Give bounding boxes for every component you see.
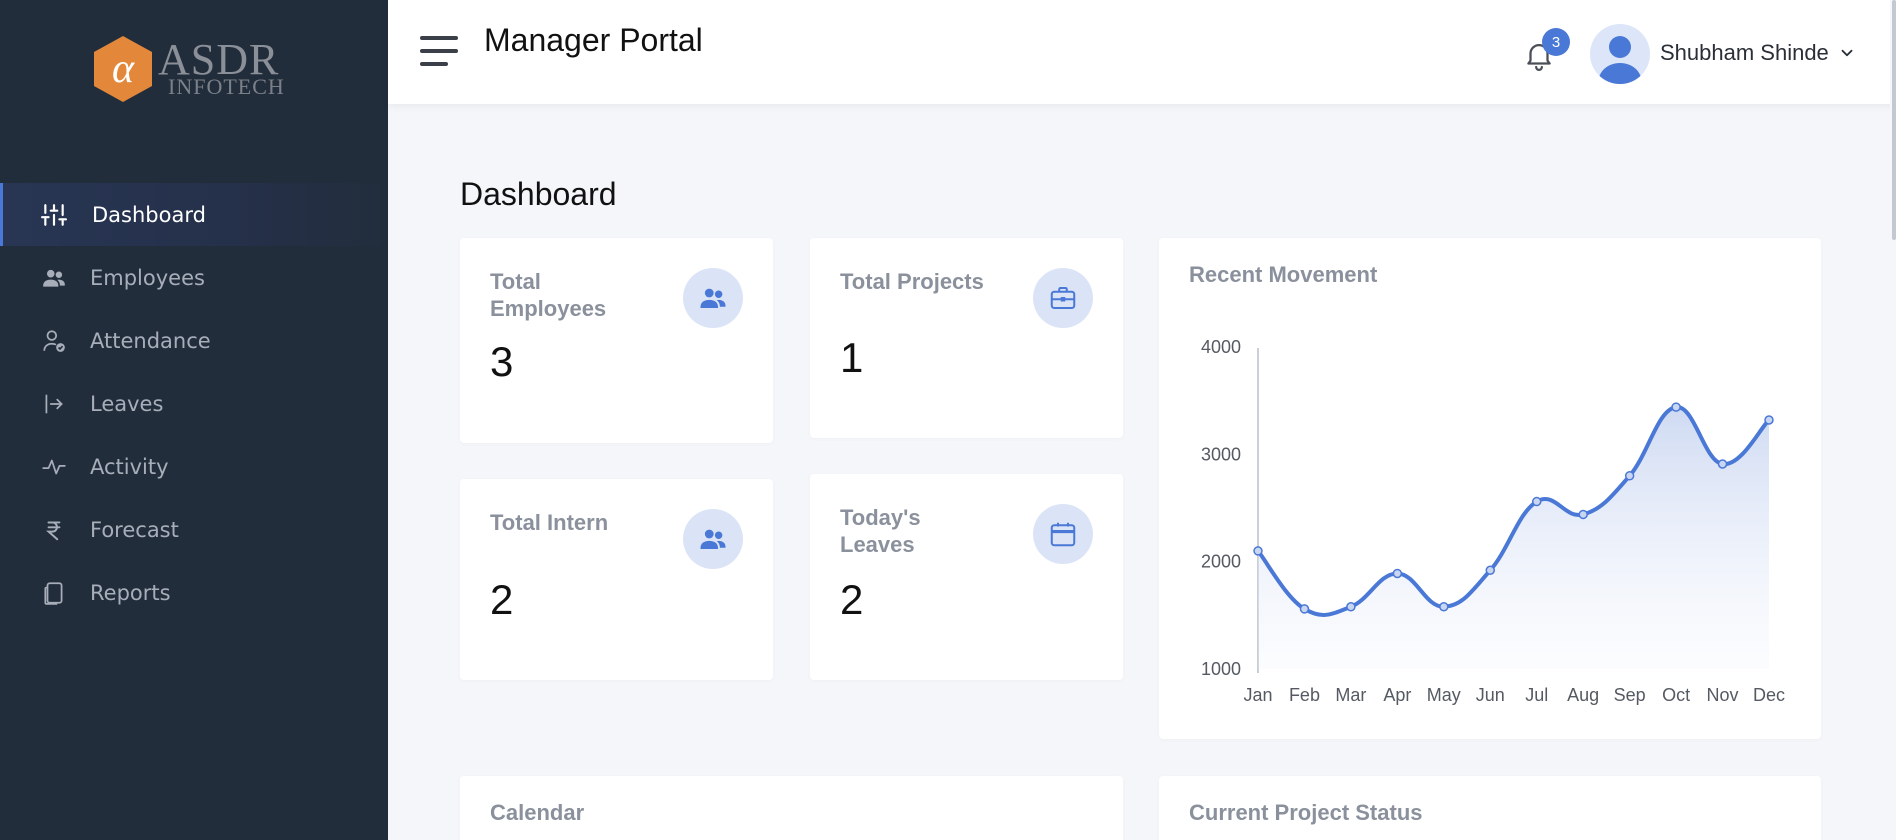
copy-icon [40,579,68,607]
sidebar-item-reports[interactable]: Reports [0,561,388,624]
data-point[interactable] [1392,568,1403,579]
users-icon [683,268,743,328]
stat-value: 1 [840,334,864,381]
sidebar-nav: Dashboard Employees Attendance Leaves Ac… [0,183,388,624]
x-tick-label: Oct [1662,685,1690,705]
menu-toggle-icon[interactable] [420,36,458,66]
scrollbar[interactable] [1890,0,1896,840]
sidebar-item-label: Leaves [90,391,164,416]
x-tick-label: Nov [1707,685,1739,705]
data-point[interactable] [1671,402,1681,412]
calendar-card: Calendar [460,776,1123,840]
x-tick-label: Sep [1614,685,1646,705]
data-point[interactable] [1346,601,1356,612]
user-name[interactable]: Shubham Shinde [1660,40,1829,66]
sidebar-item-label: Employees [90,265,205,290]
calendar-title: Calendar [490,800,585,825]
sidebar-item-label: Forecast [90,517,179,542]
activity-icon [40,453,68,481]
stat-label: Total Projects [840,269,984,294]
x-tick-label: Apr [1383,685,1411,705]
data-point[interactable] [1485,565,1496,576]
x-tick-label: Mar [1335,685,1366,705]
sidebar-item-label: Attendance [90,328,211,353]
stat-value: 2 [490,576,514,623]
stat-card-todays-leaves: Today's Leaves 2 [810,474,1123,680]
stat-value: 3 [490,338,514,385]
y-tick-label: 1000 [1201,659,1241,679]
scrollbar-thumb[interactable] [1892,0,1896,240]
x-tick-label: Jun [1476,685,1505,705]
sliders-icon [40,201,68,229]
sidebar-item-dashboard[interactable]: Dashboard [0,183,388,246]
user-avatar-icon [1598,36,1642,84]
rupee-icon [40,516,68,544]
stat-label: Today's Leaves [840,505,921,557]
data-point[interactable] [1253,546,1263,556]
data-point[interactable] [1764,415,1774,425]
page-title: Dashboard [460,176,617,212]
users-icon [40,264,68,292]
y-tick-label: 4000 [1201,337,1241,357]
avatar[interactable] [1590,24,1650,84]
x-tick-label: Aug [1567,685,1599,705]
x-tick-label: May [1427,685,1461,705]
stat-label: Total Employees [490,269,607,321]
logo-subtext: INFOTECH [168,74,285,99]
sidebar-item-forecast[interactable]: Forecast [0,498,388,561]
x-tick-label: Jan [1243,685,1272,705]
sidebar-item-label: Activity [90,454,169,479]
stat-label: Total Intern [490,510,609,535]
notification-badge: 3 [1542,28,1570,56]
sidebar-item-attendance[interactable]: Attendance [0,309,388,372]
area-fill [1258,407,1769,669]
project-status-title: Current Project Status [1189,800,1423,825]
portal-title: Manager Portal [484,22,703,58]
briefcase-icon [1033,268,1093,328]
user-check-icon [40,327,68,355]
recent-movement-card: Recent Movement 1000 2000 3000 4000 Jan Feb M… [1159,238,1821,739]
data-point[interactable] [1717,459,1728,469]
sidebar-item-label: Dashboard [92,202,206,227]
data-point[interactable] [1531,496,1542,507]
y-tick-label: 3000 [1201,444,1241,464]
users-icon [683,509,743,569]
top-header: Manager Portal 3 Shubham Shinde [388,0,1896,104]
sidebar-item-leaves[interactable]: Leaves [0,372,388,435]
sidebar: α ASDR INFOTECH Dashboard Employees Atte… [0,0,388,840]
log-out-icon [40,390,68,418]
data-point[interactable] [1624,471,1635,481]
stat-card-total-intern: Total Intern 2 [460,479,773,680]
data-point[interactable] [1578,509,1588,520]
stat-card-total-employees: Total Employees 3 [460,238,773,443]
project-status-card: Current Project Status [1159,776,1821,840]
logo-hexagon-icon: α [94,36,152,102]
sidebar-item-activity[interactable]: Activity [0,435,388,498]
x-tick-label: Feb [1289,685,1320,705]
recent-movement-chart: 1000 2000 3000 4000 Jan Feb Mar Apr May Jun Jul Au… [1201,337,1785,705]
calendar-icon [1033,504,1093,564]
data-point[interactable] [1299,604,1310,614]
x-tick-label: Jul [1525,685,1548,705]
sidebar-item-employees[interactable]: Employees [0,246,388,309]
sidebar-item-label: Reports [90,580,171,605]
stat-value: 2 [840,576,864,623]
chevron-down-icon[interactable] [1838,44,1856,62]
data-point[interactable] [1439,601,1449,612]
company-logo[interactable]: α ASDR INFOTECH [88,34,318,106]
logo-letter: α [112,46,135,92]
y-tick-label: 2000 [1201,552,1241,572]
stat-card-total-projects: Total Projects 1 [810,238,1123,438]
x-tick-label: Dec [1753,685,1785,705]
